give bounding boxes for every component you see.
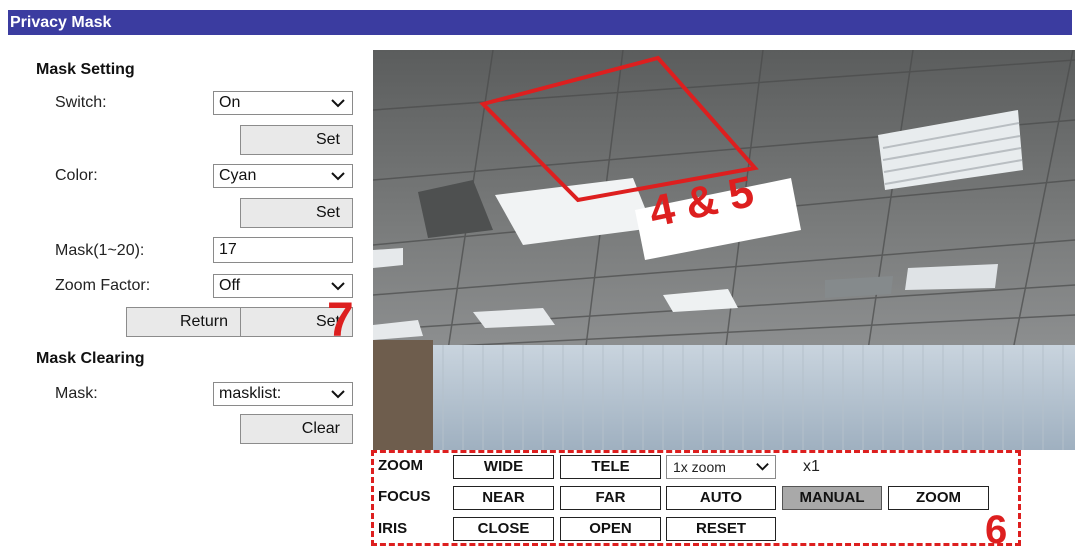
focus-auto-button[interactable]: AUTO: [666, 486, 776, 510]
iris-close-button[interactable]: CLOSE: [453, 517, 554, 541]
color-select[interactable]: Cyan: [213, 164, 353, 188]
iris-row-label: IRIS: [378, 520, 408, 537]
switch-select-value: On: [219, 94, 241, 111]
switch-label: Switch:: [55, 94, 107, 111]
iris-open-button[interactable]: OPEN: [560, 517, 661, 541]
mask-list-value: masklist:: [219, 385, 282, 402]
mask-number-label: Mask(1~20):: [55, 242, 145, 259]
zoom-row-label: ZOOM: [378, 457, 423, 474]
chevron-down-icon: [331, 99, 345, 108]
color-label: Color:: [55, 167, 98, 184]
clear-button[interactable]: Clear: [240, 414, 353, 444]
mask-setting-header: Mask Setting: [36, 61, 135, 78]
focus-manual-button[interactable]: MANUAL: [782, 486, 882, 510]
mask-number-input[interactable]: 17: [213, 237, 353, 263]
zoom-factor-value: Off: [219, 277, 241, 294]
zoom-level-select-value: 1x zoom: [673, 459, 726, 475]
clear-mask-label: Mask:: [55, 385, 98, 402]
color-select-value: Cyan: [219, 167, 257, 184]
switch-set-button[interactable]: Set: [240, 125, 353, 155]
focus-row-label: FOCUS: [378, 488, 431, 505]
window-title: Privacy Mask: [8, 10, 1072, 35]
iris-reset-button[interactable]: RESET: [666, 517, 776, 541]
chevron-down-icon: [331, 172, 345, 181]
camera-live-view[interactable]: 4 & 5: [373, 50, 1075, 450]
chevron-down-icon: [756, 463, 769, 471]
zoom-factor-label: Zoom Factor:: [55, 277, 151, 294]
focus-zoom-button[interactable]: ZOOM: [888, 486, 989, 510]
focus-near-button[interactable]: NEAR: [453, 486, 554, 510]
office-ceiling-image: [373, 50, 1075, 450]
switch-select[interactable]: On: [213, 91, 353, 115]
focus-far-button[interactable]: FAR: [560, 486, 661, 510]
zoom-level-select[interactable]: 1x zoom: [666, 455, 776, 479]
chevron-down-icon: [331, 282, 345, 291]
annotation-6: 6: [985, 508, 1008, 552]
zoom-tele-button[interactable]: TELE: [560, 455, 661, 479]
chevron-down-icon: [331, 390, 345, 399]
color-set-button[interactable]: Set: [240, 198, 353, 228]
zoom-wide-button[interactable]: WIDE: [453, 455, 554, 479]
zoom-level-readout: x1: [803, 458, 820, 475]
mask-clearing-header: Mask Clearing: [36, 350, 145, 367]
return-button[interactable]: Return: [126, 307, 241, 337]
annotation-7: 7: [327, 294, 354, 347]
mask-list-select[interactable]: masklist:: [213, 382, 353, 406]
